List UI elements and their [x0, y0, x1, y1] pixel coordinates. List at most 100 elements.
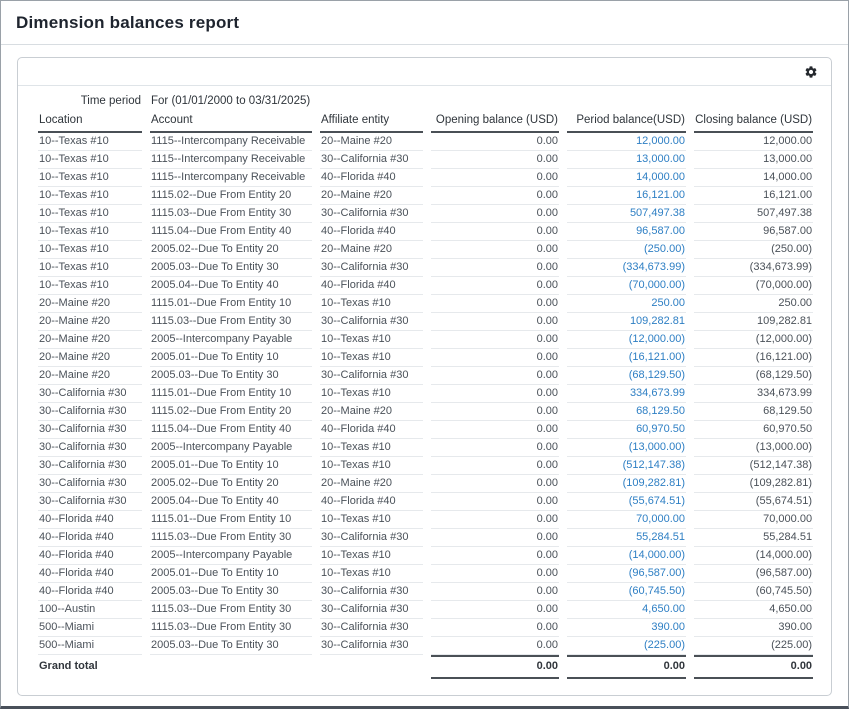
table-row: 30--California #302005.02--Due To Entity…: [38, 475, 813, 493]
cell-affiliate-entity: 30--California #30: [320, 583, 423, 601]
cell-affiliate-entity: 10--Texas #10: [320, 385, 423, 403]
table-row: 10--Texas #102005.02--Due To Entity 2020…: [38, 241, 813, 259]
cell-period-balance[interactable]: 334,673.99: [567, 385, 686, 403]
grand-total-period: 0.00: [567, 655, 686, 679]
table-wrap: Time period For (01/01/2000 to 03/31/202…: [18, 86, 831, 695]
cell-account: 2005.01--Due To Entity 10: [150, 457, 312, 475]
cell-affiliate-entity: 40--Florida #40: [320, 277, 423, 295]
cell-period-balance[interactable]: 507,497.38: [567, 205, 686, 223]
cell-account: 1115.02--Due From Entity 20: [150, 187, 312, 205]
cell-affiliate-entity: 40--Florida #40: [320, 223, 423, 241]
cell-account: 2005--Intercompany Payable: [150, 331, 312, 349]
cell-period-balance[interactable]: (55,674.51): [567, 493, 686, 511]
table-row: 10--Texas #101115.04--Due From Entity 40…: [38, 223, 813, 241]
cell-period-balance[interactable]: 96,587.00: [567, 223, 686, 241]
column-header-account: Account: [150, 111, 312, 133]
cell-period-balance[interactable]: (16,121.00): [567, 349, 686, 367]
cell-period-balance[interactable]: (68,129.50): [567, 367, 686, 385]
cell-period-balance[interactable]: (334,673.99): [567, 259, 686, 277]
report-card: Time period For (01/01/2000 to 03/31/202…: [17, 57, 832, 696]
balances-table: Time period For (01/01/2000 to 03/31/202…: [30, 90, 821, 679]
table-row: 40--Florida #402005--Intercompany Payabl…: [38, 547, 813, 565]
cell-affiliate-entity: 20--Maine #20: [320, 403, 423, 421]
cell-period-balance[interactable]: 390.00: [567, 619, 686, 637]
table-row: 40--Florida #402005.01--Due To Entity 10…: [38, 565, 813, 583]
cell-affiliate-entity: 30--California #30: [320, 529, 423, 547]
cell-period-balance[interactable]: (225.00): [567, 637, 686, 655]
cell-account: 2005.01--Due To Entity 10: [150, 349, 312, 367]
cell-closing-balance: (13,000.00): [694, 439, 813, 457]
cell-period-balance[interactable]: (12,000.00): [567, 331, 686, 349]
cell-opening-balance: 0.00: [431, 403, 559, 421]
report-window: Dimension balances report: [0, 0, 849, 709]
cell-period-balance[interactable]: (250.00): [567, 241, 686, 259]
report-table-body: 10--Texas #10 1115--Intercompany Receivab…: [38, 133, 813, 655]
cell-account: 2005.01--Due To Entity 10: [150, 565, 312, 583]
settings-gear-button[interactable]: [801, 62, 821, 82]
table-row: 10--Texas #102005.03--Due To Entity 3030…: [38, 259, 813, 277]
cell-period-balance[interactable]: 13,000.00: [567, 151, 686, 169]
cell-opening-balance: 0.00: [431, 421, 559, 439]
cell-closing-balance: 4,650.00: [694, 601, 813, 619]
column-header-row: Location Account Affiliate entity Openin…: [38, 111, 813, 133]
cell-affiliate-entity: 10--Texas #10: [320, 547, 423, 565]
cell-account: 2005.03--Due To Entity 30: [150, 583, 312, 601]
cell-opening-balance: 0.00: [431, 277, 559, 295]
cell-location: 500--Miami: [38, 619, 142, 637]
cell-account: 1115--Intercompany Receivable: [150, 169, 312, 187]
cell-period-balance[interactable]: 14,000.00: [567, 169, 686, 187]
table-row: 10--Texas #102005.04--Due To Entity 4040…: [38, 277, 813, 295]
cell-affiliate-entity: 10--Texas #10: [320, 349, 423, 367]
cell-opening-balance: 0.00: [431, 133, 559, 151]
cell-period-balance[interactable]: 250.00: [567, 295, 686, 313]
cell-closing-balance: (250.00): [694, 241, 813, 259]
cell-opening-balance: 0.00: [431, 349, 559, 367]
cell-affiliate-entity: 10--Texas #10: [320, 565, 423, 583]
cell-opening-balance: 0.00: [431, 187, 559, 205]
cell-period-balance[interactable]: 16,121.00: [567, 187, 686, 205]
cell-closing-balance: 14,000.00: [694, 169, 813, 187]
cell-affiliate-entity: 30--California #30: [320, 313, 423, 331]
table-row: 40--Florida #402005.03--Due To Entity 30…: [38, 583, 813, 601]
cell-location: 10--Texas #10: [38, 205, 142, 223]
grand-total-closing: 0.00: [694, 655, 813, 679]
cell-period-balance[interactable]: (109,282.81): [567, 475, 686, 493]
cell-opening-balance: 0.00: [431, 637, 559, 655]
cell-period-balance[interactable]: (13,000.00): [567, 439, 686, 457]
cell-opening-balance: 0.00: [431, 529, 559, 547]
cell-opening-balance: 0.00: [431, 313, 559, 331]
cell-closing-balance: 109,282.81: [694, 313, 813, 331]
cell-period-balance[interactable]: 4,650.00: [567, 601, 686, 619]
cell-period-balance[interactable]: 70,000.00: [567, 511, 686, 529]
time-period-row: Time period For (01/01/2000 to 03/31/202…: [38, 90, 813, 111]
cell-period-balance[interactable]: (60,745.50): [567, 583, 686, 601]
cell-opening-balance: 0.00: [431, 205, 559, 223]
table-row: 500--Miami1115.03--Due From Entity 3030-…: [38, 619, 813, 637]
cell-opening-balance: 0.00: [431, 151, 559, 169]
cell-period-balance[interactable]: (14,000.00): [567, 547, 686, 565]
cell-affiliate-entity: 30--California #30: [320, 601, 423, 619]
cell-period-balance[interactable]: 68,129.50: [567, 403, 686, 421]
cell-period-balance[interactable]: (512,147.38): [567, 457, 686, 475]
cell-period-balance[interactable]: (70,000.00): [567, 277, 686, 295]
cell-period-balance[interactable]: 109,282.81: [567, 313, 686, 331]
time-period-label: Time period: [38, 90, 142, 111]
cell-period-balance[interactable]: 60,970.50: [567, 421, 686, 439]
cell-location: 40--Florida #40: [38, 529, 142, 547]
grand-total-spacer: [150, 655, 312, 679]
cell-opening-balance: 0.00: [431, 547, 559, 565]
table-row: 100--Austin1115.03--Due From Entity 3030…: [38, 601, 813, 619]
cell-account: 1115.01--Due From Entity 10: [150, 295, 312, 313]
cell-opening-balance: 0.00: [431, 295, 559, 313]
table-row: 30--California #301115.02--Due From Enti…: [38, 403, 813, 421]
table-row: 20--Maine #201115.03--Due From Entity 30…: [38, 313, 813, 331]
cell-period-balance[interactable]: 55,284.51: [567, 529, 686, 547]
cell-period-balance[interactable]: 12,000.00: [567, 133, 686, 151]
cell-affiliate-entity: 10--Texas #10: [320, 511, 423, 529]
cell-period-balance[interactable]: (96,587.00): [567, 565, 686, 583]
cell-closing-balance: (68,129.50): [694, 367, 813, 385]
cell-affiliate-entity: 10--Texas #10: [320, 439, 423, 457]
cell-closing-balance: (334,673.99): [694, 259, 813, 277]
cell-opening-balance: 0.00: [431, 259, 559, 277]
table-row: 30--California #301115.04--Due From Enti…: [38, 421, 813, 439]
